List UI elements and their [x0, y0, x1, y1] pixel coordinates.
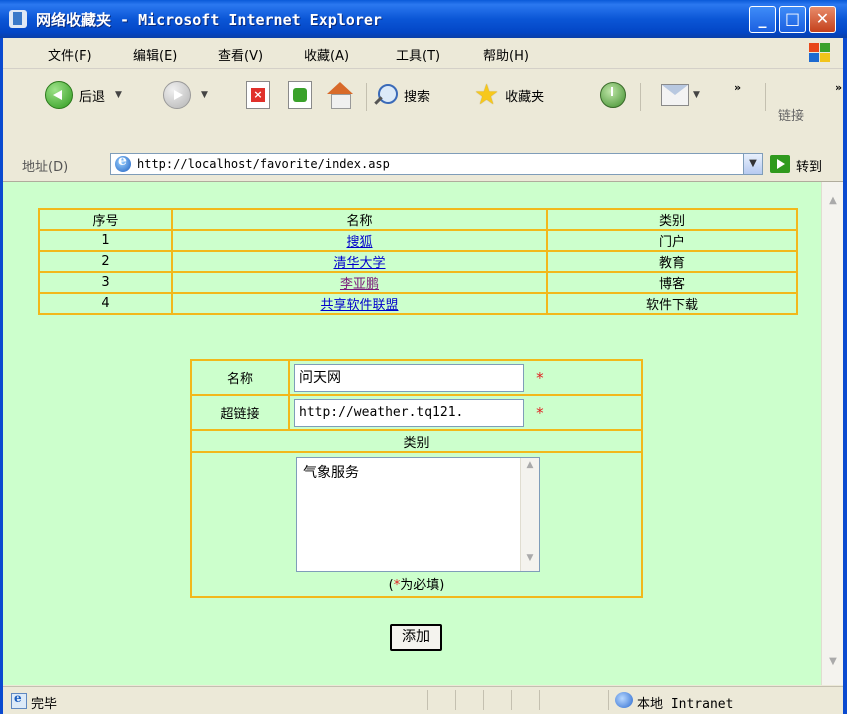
windows-logo-icon: [809, 43, 831, 63]
mail-icon: [661, 84, 689, 106]
row-no: 4: [38, 292, 173, 315]
security-zone: 本地 Intranet: [637, 697, 734, 712]
menu-favorites[interactable]: 收藏(A): [304, 45, 349, 64]
page-scrollbar[interactable]: ▲ ▼: [821, 182, 844, 685]
favorites-button[interactable]: ★ 收藏夹: [474, 79, 544, 111]
forward-button[interactable]: ▼: [163, 79, 208, 111]
address-bar: 地址(D) http://localhost/favorite/index.as…: [0, 149, 847, 182]
row-no: 1: [38, 229, 173, 252]
stop-button[interactable]: ×: [246, 79, 270, 111]
menu-help[interactable]: 帮助(H): [483, 45, 529, 64]
links-label[interactable]: 链接: [778, 105, 804, 124]
favorite-link[interactable]: 李亚鹏: [340, 277, 379, 292]
url-input[interactable]: http://weather.tq121.: [294, 398, 524, 427]
window-title: 网络收藏夹 - Microsoft Internet Explorer: [36, 11, 382, 29]
forward-dropdown-icon[interactable]: ▼: [201, 90, 208, 100]
scroll-up-icon[interactable]: ▲: [824, 192, 842, 210]
table-row: 2 清华大学 教育: [38, 250, 798, 273]
scroll-up-icon[interactable]: ▲: [523, 460, 537, 476]
row-category: 教育: [546, 250, 798, 273]
address-label: 地址(D): [22, 160, 69, 175]
table-row: 4 共享软件联盟 软件下载: [38, 292, 798, 315]
search-icon: [372, 82, 398, 108]
status-text: 完毕: [31, 697, 58, 712]
mail-dropdown-icon[interactable]: ▼: [693, 90, 700, 100]
home-button[interactable]: [326, 79, 354, 111]
favorite-link[interactable]: 清华大学: [333, 256, 385, 271]
intranet-zone-icon: [615, 692, 633, 708]
history-button[interactable]: [600, 79, 626, 111]
home-icon: [326, 82, 354, 109]
category-value: 气象服务: [303, 465, 359, 481]
history-icon: [600, 82, 626, 108]
menu-bar: 文件(F) 编辑(E) 查看(V) 收藏(A) 工具(T) 帮助(H): [0, 38, 847, 69]
menu-view[interactable]: 查看(V): [218, 45, 263, 64]
header-name: 名称: [171, 208, 548, 231]
url-label: 超链接: [190, 394, 290, 431]
address-url: http://localhost/favorite/index.asp: [137, 157, 390, 171]
category-textarea[interactable]: 气象服务 ▲ ▼: [296, 457, 540, 572]
required-mark: *: [536, 368, 544, 387]
required-note: (*为必填): [388, 578, 445, 593]
minimize-button[interactable]: _: [749, 6, 776, 33]
mail-button[interactable]: ▼: [661, 79, 700, 111]
required-mark: *: [536, 403, 544, 422]
status-bar: 完毕 本地 Intranet: [3, 686, 843, 714]
star-icon: ★: [474, 78, 500, 111]
refresh-icon: [288, 81, 312, 109]
name-label: 名称: [190, 359, 290, 396]
scroll-down-icon[interactable]: ▼: [824, 653, 842, 671]
back-label: 后退: [79, 89, 106, 105]
favorites-table: 序号 名称 类别 1 搜狐 门户 2 清华大学 教育 3 李亚鹏 博客 4 共享: [38, 208, 798, 315]
menu-tools[interactable]: 工具(T): [396, 45, 440, 64]
browser-window: 网络收藏夹 - Microsoft Internet Explorer _ □ …: [0, 0, 847, 714]
scroll-down-icon[interactable]: ▼: [523, 553, 537, 569]
maximize-button[interactable]: □: [779, 6, 806, 33]
go-arrow-icon[interactable]: [770, 155, 790, 173]
table-row: 1 搜狐 门户: [38, 229, 798, 252]
category-label: 类别: [190, 429, 643, 453]
row-no: 2: [38, 250, 173, 273]
header-category: 类别: [546, 208, 798, 231]
address-input[interactable]: http://localhost/favorite/index.asp ▼: [110, 153, 763, 175]
row-category: 博客: [546, 271, 798, 294]
refresh-button[interactable]: [288, 79, 312, 111]
search-button[interactable]: 搜索: [372, 79, 430, 111]
stop-icon: ×: [246, 81, 270, 109]
favorite-link[interactable]: 搜狐: [346, 235, 372, 250]
title-bar: 网络收藏夹 - Microsoft Internet Explorer _ □ …: [0, 0, 847, 38]
add-button[interactable]: 添加: [390, 624, 442, 651]
page-done-icon: [11, 691, 27, 709]
favorites-label: 收藏夹: [505, 89, 545, 105]
row-no: 3: [38, 271, 173, 294]
go-button[interactable]: 转到: [796, 156, 822, 175]
address-dropdown-icon[interactable]: ▼: [743, 154, 762, 174]
back-button[interactable]: 后退 ▼: [45, 79, 122, 111]
menu-file[interactable]: 文件(F): [48, 45, 92, 64]
add-favorite-form: 名称 问天网 * 超链接 http://weather.tq121. * 类别: [190, 359, 643, 598]
ie-page-icon: [115, 153, 131, 172]
back-dropdown-icon[interactable]: ▼: [115, 90, 122, 100]
row-category: 软件下载: [546, 292, 798, 315]
table-row: 3 李亚鹏 博客: [38, 271, 798, 294]
toolbar: 后退 ▼ ▼ × 搜索 ★ 收藏夹 ▼ » 链接 »: [0, 69, 847, 150]
favorite-link[interactable]: 共享软件联盟: [320, 298, 398, 313]
page-content: 序号 名称 类别 1 搜狐 门户 2 清华大学 教育 3 李亚鹏 博客 4 共享: [0, 182, 821, 685]
close-button[interactable]: ✕: [809, 6, 836, 33]
table-header-row: 序号 名称 类别: [38, 208, 798, 231]
search-label: 搜索: [404, 89, 431, 105]
textarea-scrollbar[interactable]: ▲ ▼: [520, 458, 539, 571]
header-no: 序号: [38, 208, 173, 231]
name-input[interactable]: 问天网: [294, 363, 524, 392]
back-arrow-icon: [45, 81, 73, 109]
forward-arrow-icon: [163, 81, 191, 109]
menu-edit[interactable]: 编辑(E): [133, 45, 177, 64]
row-category: 门户: [546, 229, 798, 252]
toolbar-overflow-icon[interactable]: »: [734, 81, 741, 94]
links-overflow-icon[interactable]: »: [835, 81, 842, 94]
page-icon: [9, 10, 27, 28]
